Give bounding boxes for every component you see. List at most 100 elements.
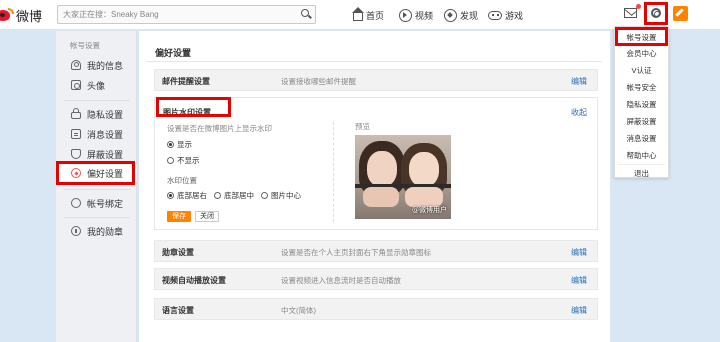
settings-dropdown: 帐号设置 会员中心 V认证 帐号安全 隐私设置 屏蔽设置 消息设置 帮助中心 退… — [614, 26, 669, 178]
avatar-icon — [71, 80, 81, 90]
search-input[interactable] — [58, 6, 296, 23]
weibo-logo-icon — [0, 8, 14, 22]
sidebar: 帐号设置 我的信息 头像 隐私设置 消息设置 屏蔽设置 偏好设置 帐号绑定 我的… — [56, 31, 137, 342]
setting-desc: 设置是否在个人主页封面右下角显示勋章图标 — [281, 248, 431, 257]
radio-label: 底部居右 — [177, 191, 207, 200]
nav-video[interactable]: 视频 — [399, 6, 433, 24]
nav-discover[interactable]: 发现 — [444, 6, 478, 24]
main-panel: 偏好设置 邮件提醒设置 设置接收哪些邮件提醒 编辑 图片水印设置 收起 设置是否… — [139, 31, 610, 342]
game-icon — [488, 10, 502, 20]
dropdown-divider — [618, 164, 665, 165]
sidebar-item-label: 消息设置 — [87, 129, 124, 140]
setting-desc: 中文(简体) — [281, 306, 316, 315]
setting-name: 语言设置 — [162, 306, 194, 315]
edit-link[interactable]: 编辑 — [571, 275, 587, 286]
watermark-settings: 图片水印设置 收起 设置是否在微博图片上显示水印 显示 不显示 水印位置 底部居… — [154, 97, 598, 230]
dropdown-item-help[interactable]: 帮助中心 — [615, 150, 668, 161]
top-bar: 微博 首页 视频 发现 游戏 — [0, 0, 720, 30]
radio-label: 图片中心 — [271, 191, 301, 200]
edit-link[interactable]: 编辑 — [571, 305, 587, 316]
nav-video-label: 视频 — [415, 10, 434, 21]
setting-row-medal: 勋章设置 设置是否在个人主页封面右下角显示勋章图标 编辑 — [154, 240, 598, 262]
message-icon — [71, 129, 81, 139]
page-title: 偏好设置 — [155, 48, 192, 58]
radio-position-center[interactable]: 图片中心 — [261, 190, 301, 201]
dropdown-item-verification[interactable]: V认证 — [615, 65, 668, 76]
link-icon — [71, 198, 81, 208]
compose-button[interactable] — [673, 6, 688, 21]
setting-row-language: 语言设置 中文(简体) 编辑 — [154, 298, 598, 320]
radio-hide[interactable]: 不显示 — [167, 155, 200, 166]
dropdown-item-vip-center[interactable]: 会员中心 — [615, 48, 668, 59]
message-icon[interactable] — [624, 8, 637, 18]
edit-link[interactable]: 编辑 — [571, 247, 587, 258]
collapse-link[interactable]: 收起 — [571, 107, 587, 118]
medal-icon — [71, 226, 81, 236]
heart-icon — [71, 168, 81, 178]
radio-show[interactable]: 显示 — [167, 139, 192, 150]
dropdown-item-block[interactable]: 屏蔽设置 — [615, 116, 668, 127]
dropdown-item-security[interactable]: 帐号安全 — [615, 82, 668, 93]
sidebar-item-medals[interactable]: 我的勋章 — [56, 222, 137, 240]
sidebar-divider — [64, 217, 130, 218]
search-icon[interactable] — [299, 8, 313, 21]
title-divider — [147, 61, 602, 62]
video-icon — [399, 8, 412, 22]
person-icon — [71, 60, 81, 70]
setting-name: 勋章设置 — [162, 248, 194, 257]
position-label: 水印位置 — [167, 176, 197, 185]
logo-text: 微博 — [16, 9, 43, 25]
close-button[interactable]: 关闭 — [195, 211, 219, 222]
sidebar-item-block[interactable]: 屏蔽设置 — [56, 145, 137, 163]
sidebar-item-my-info[interactable]: 我的信息 — [56, 56, 137, 74]
nav-home[interactable]: 首页 — [352, 6, 385, 24]
sidebar-item-binding[interactable]: 帐号绑定 — [56, 194, 137, 212]
sidebar-item-label: 隐私设置 — [87, 109, 124, 120]
nav-game-label: 游戏 — [505, 10, 524, 21]
dropdown-item-account-settings[interactable]: 帐号设置 — [615, 32, 668, 43]
setting-row-email: 邮件提醒设置 设置接收哪些邮件提醒 编辑 — [154, 69, 598, 91]
nav-game[interactable]: 游戏 — [488, 6, 523, 24]
sidebar-item-preferences[interactable]: 偏好设置 — [56, 164, 137, 182]
dropdown-item-logout[interactable]: 退出 — [615, 168, 668, 179]
search-box — [57, 5, 316, 24]
gear-icon — [651, 8, 661, 18]
watermark-question: 设置是否在微博图片上显示水印 — [167, 124, 272, 133]
dropdown-item-message[interactable]: 消息设置 — [615, 133, 668, 144]
setting-desc: 设置接收哪些邮件提醒 — [281, 77, 356, 86]
sidebar-item-label: 头像 — [87, 80, 106, 91]
radio-position-bottom-center[interactable]: 底部居中 — [214, 190, 254, 201]
save-button[interactable]: 保存 — [167, 211, 191, 222]
dropdown-item-privacy[interactable]: 隐私设置 — [615, 99, 668, 110]
radio-label: 显示 — [177, 140, 192, 149]
nav-home-label: 首页 — [366, 10, 385, 21]
lock-icon — [71, 108, 81, 119]
radio-label: 不显示 — [177, 156, 200, 165]
weibo-logo[interactable]: 微博 — [0, 3, 42, 27]
radio-dot — [167, 141, 174, 148]
setting-name: 邮件提醒设置 — [162, 77, 210, 86]
preview-image: @微博用户 — [355, 135, 451, 219]
sidebar-divider — [64, 189, 130, 190]
sidebar-item-privacy[interactable]: 隐私设置 — [56, 105, 137, 123]
radio-dot — [214, 192, 221, 199]
shield-icon — [71, 149, 81, 159]
sidebar-item-label: 我的信息 — [87, 60, 124, 71]
home-icon — [352, 7, 364, 21]
sidebar-item-message[interactable]: 消息设置 — [56, 125, 137, 143]
nav-discover-label: 发现 — [460, 10, 479, 21]
setting-name: 视频自动播放设置 — [162, 276, 226, 285]
radio-position-bottom-right[interactable]: 底部居右 — [167, 190, 207, 201]
discover-icon — [444, 8, 457, 22]
radio-dot — [261, 192, 268, 199]
radio-label: 底部居中 — [224, 191, 254, 200]
setting-desc: 设置视频进入信息流时是否自动播放 — [281, 276, 401, 285]
settings-button[interactable] — [644, 2, 668, 25]
edit-link[interactable]: 编辑 — [571, 76, 587, 87]
radio-dot — [167, 192, 174, 199]
sidebar-item-avatar[interactable]: 头像 — [56, 76, 137, 94]
watermark-title: 图片水印设置 — [163, 108, 211, 117]
sidebar-item-label: 偏好设置 — [87, 168, 124, 179]
sidebar-heading: 帐号设置 — [70, 41, 100, 50]
radio-dot — [167, 157, 174, 164]
